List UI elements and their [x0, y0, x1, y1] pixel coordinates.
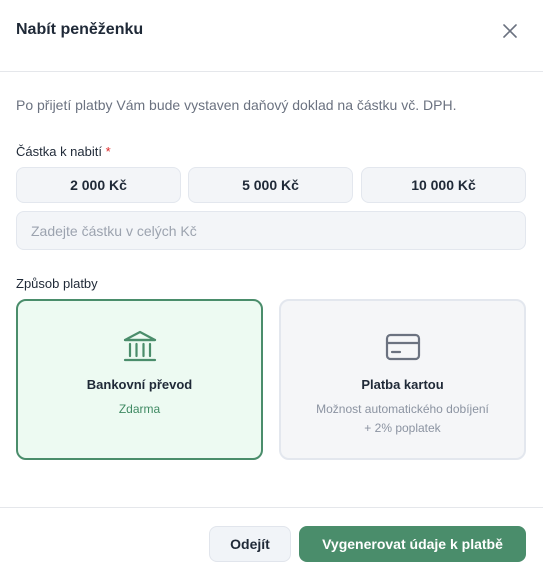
payment-method-bank-transfer[interactable]: Bankovní převod Zdarma [16, 299, 263, 460]
generate-payment-details-button[interactable]: Vygenerovat údaje k platbě [299, 526, 526, 562]
cancel-button[interactable]: Odejít [209, 526, 291, 562]
payment-method-card[interactable]: Platba kartou Možnost automatického dobí… [279, 299, 526, 460]
preset-amount-2000-button[interactable]: 2 000 Kč [16, 167, 181, 203]
close-button[interactable] [498, 19, 522, 43]
card-payment-subtitle: Možnost automatického dobíjení + 2% popl… [281, 400, 524, 438]
wallet-topup-dialog: Nabít peněženku Po přijetí platby Vám bu… [0, 0, 543, 568]
amount-label: Částka k nabití * [16, 144, 111, 159]
amount-label-text: Částka k nabití [16, 144, 102, 159]
bank-transfer-subtitle: Zdarma [18, 400, 261, 419]
bank-transfer-subtitle-line: Zdarma [118, 402, 161, 416]
dialog-title: Nabít peněženku [16, 21, 144, 38]
card-payment-subtitle-line-2: + 2% poplatek [364, 421, 441, 435]
required-mark: * [105, 144, 111, 159]
credit-card-icon [385, 333, 420, 361]
dialog-footer: Odejít Vygenerovat údaje k platbě [0, 507, 543, 568]
bank-transfer-title: Bankovní převod [86, 377, 193, 392]
preset-amount-5000-button[interactable]: 5 000 Kč [188, 167, 353, 203]
dialog-header: Nabít peněženku [0, 0, 543, 72]
payment-method-label: Způsob platby [16, 276, 98, 291]
card-payment-title: Platba kartou [361, 377, 444, 392]
close-icon [503, 24, 517, 38]
card-payment-subtitle-line-1: Možnost automatického dobíjení [316, 402, 489, 416]
tax-info-text: Po přijetí platby Vám bude vystaven daňo… [16, 97, 457, 113]
custom-amount-input[interactable] [16, 211, 526, 250]
preset-amount-10000-button[interactable]: 10 000 Kč [361, 167, 526, 203]
bank-icon [123, 330, 156, 362]
